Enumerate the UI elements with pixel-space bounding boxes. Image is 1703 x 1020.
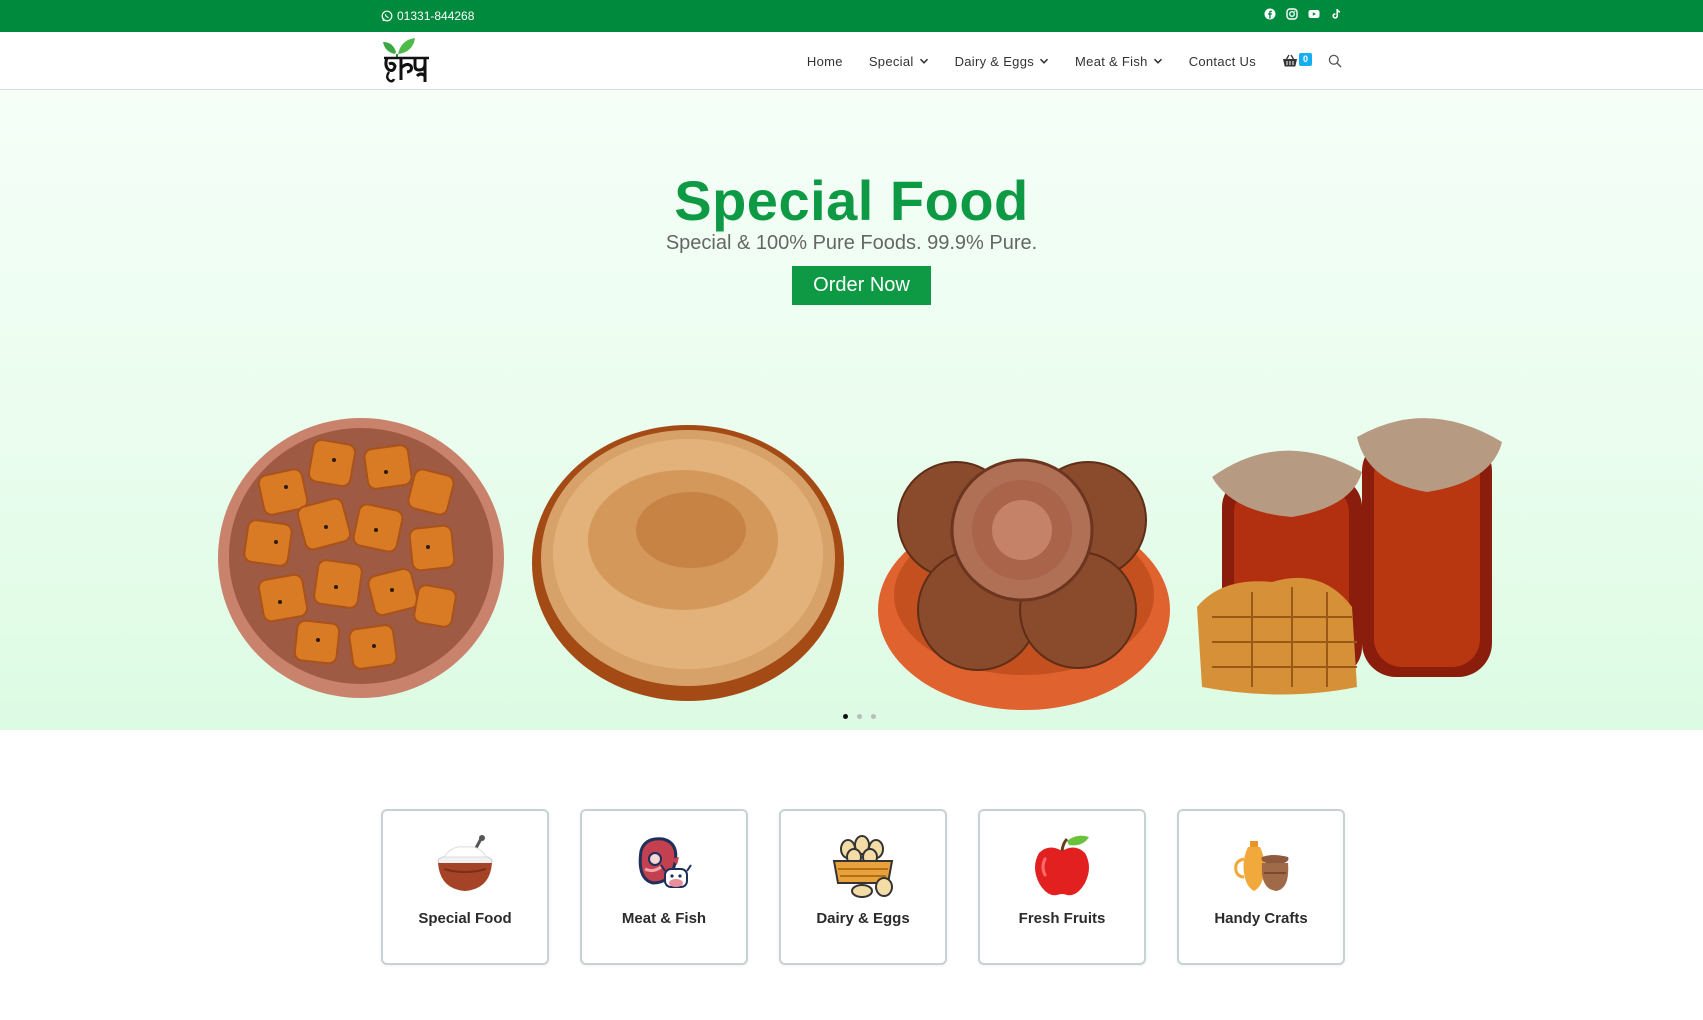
jaggery-plate-image [878, 458, 1170, 710]
order-now-button[interactable]: Order Now [792, 266, 931, 305]
pitha-bowl-image [218, 418, 504, 698]
instagram-icon[interactable] [1286, 8, 1298, 20]
slider-dot-1[interactable] [843, 714, 848, 719]
phone-number: 01331-844268 [397, 9, 475, 23]
category-meat-fish[interactable]: Meat & Fish [580, 809, 748, 965]
cart-button[interactable]: 0 [1282, 53, 1313, 68]
nav-meat-fish-label: Meat & Fish [1075, 53, 1148, 69]
category-fresh-fruits[interactable]: Fresh Fruits [978, 809, 1146, 965]
slider-dots [843, 714, 876, 719]
yogurt-bowl-icon [437, 835, 493, 891]
search-icon[interactable] [1328, 54, 1342, 68]
category-label: Dairy & Eggs [816, 910, 910, 927]
hero-subtitle: Special & 100% Pure Foods. 99.9% Pure. [665, 232, 1038, 254]
category-label: Special Food [418, 910, 512, 927]
nav-special-label: Special [868, 53, 914, 69]
category-special-food[interactable]: Special Food [381, 809, 549, 965]
nav-home-label: Home [806, 53, 843, 69]
nav-dairy-eggs-label: Dairy & Eggs [954, 53, 1035, 69]
youtube-icon[interactable] [1308, 8, 1320, 20]
chevron-down-icon [919, 58, 928, 64]
main-nav: Home Special Dairy & Eggs Meat & Fish Co… [781, 32, 1342, 90]
nav-special[interactable]: Special [869, 54, 929, 69]
nav-meat-fish[interactable]: Meat & Fish [1075, 54, 1163, 69]
apple-icon [1035, 835, 1089, 896]
site-logo[interactable] [381, 36, 433, 86]
category-dairy-eggs[interactable]: Dairy & Eggs [779, 809, 947, 965]
category-label: Fresh Fruits [1018, 910, 1106, 927]
meat-icon [638, 837, 692, 888]
category-label: Meat & Fish [621, 910, 707, 927]
category-label: Handy Crafts [1214, 910, 1308, 927]
slider-dot-3[interactable] [871, 714, 876, 719]
whatsapp-icon [381, 10, 393, 22]
honey-jars-image [1197, 418, 1502, 695]
slider-dot-2[interactable] [857, 714, 862, 719]
cart-count-badge: 0 [1299, 53, 1313, 66]
nav-contact-us-label: Contact Us [1188, 53, 1256, 69]
hero-title: Special Food [674, 169, 1029, 232]
site-header: Home Special Dairy & Eggs Meat & Fish Co… [0, 32, 1703, 90]
nav-contact-us[interactable]: Contact Us [1189, 54, 1256, 69]
egg-basket-icon [832, 835, 894, 898]
nav-dairy-eggs[interactable]: Dairy & Eggs [955, 54, 1049, 69]
hero-slider: Special Food Special & 100% Pure Foods. … [0, 90, 1703, 730]
logo-leaf-icon [383, 38, 429, 83]
chevron-down-icon [1039, 58, 1049, 64]
chevron-down-icon [1153, 58, 1162, 64]
category-list: Special Food Meat & Fish Dairy & Eggs Fr… [381, 809, 1345, 965]
phone-contact[interactable]: 01331-844268 [381, 9, 474, 23]
top-bar: 01331-844268 [0, 0, 1703, 32]
social-links [1264, 8, 1342, 20]
pottery-icon [1234, 841, 1289, 891]
tiktok-icon[interactable] [1330, 8, 1342, 20]
date-molasses-plate-image [532, 425, 844, 701]
category-handy-crafts[interactable]: Handy Crafts [1177, 809, 1345, 965]
facebook-icon[interactable] [1264, 8, 1276, 20]
basket-icon [1283, 54, 1297, 67]
nav-home[interactable]: Home [807, 54, 843, 69]
